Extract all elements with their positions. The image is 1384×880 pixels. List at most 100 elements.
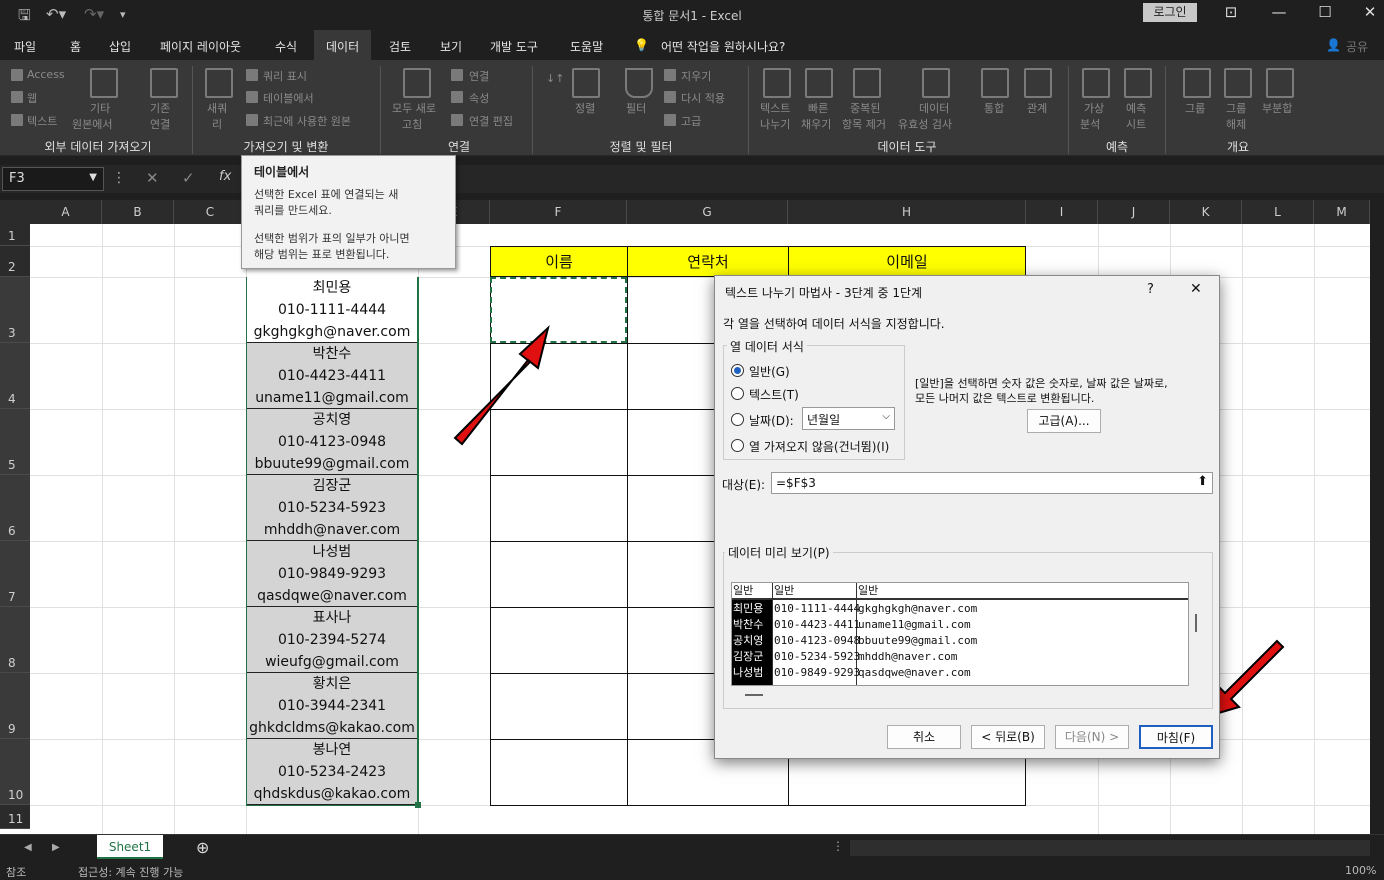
preview-header[interactable]: 일반 xyxy=(733,583,753,599)
row-header-8[interactable]: 8 xyxy=(0,607,30,673)
add-sheet-icon[interactable]: ⊕ xyxy=(196,838,209,857)
name-box[interactable]: F3 ▼ xyxy=(2,167,104,191)
column-header-c[interactable]: C xyxy=(174,200,247,224)
row-header-10[interactable]: 10 xyxy=(0,739,30,805)
sort-button[interactable]: 정렬 xyxy=(575,100,595,116)
forecast-label2[interactable]: 시트 xyxy=(1126,116,1146,132)
row-header-3[interactable]: 3 xyxy=(0,277,30,343)
column-header-a[interactable]: A xyxy=(30,200,102,224)
header-name[interactable]: 이름 xyxy=(490,246,628,277)
radio-general[interactable] xyxy=(731,364,744,377)
tab-home[interactable]: 홈 xyxy=(70,38,81,55)
connections-button[interactable]: 연결 xyxy=(469,68,489,84)
row-header-5[interactable]: 5 xyxy=(0,409,30,475)
help-button[interactable]: ? xyxy=(1147,282,1154,297)
clear-button[interactable]: 지우기 xyxy=(681,68,711,84)
radio-date-label[interactable]: 날짜(D): xyxy=(749,412,794,429)
edit-links-button[interactable]: 연결 편집 xyxy=(469,113,513,129)
tab-developer[interactable]: 개발 도구 xyxy=(490,38,538,55)
collapse-dialog-icon[interactable]: ⬆ xyxy=(1197,474,1208,489)
radio-skip-label[interactable]: 열 가져오지 않음(건너뜀)(I) xyxy=(749,438,889,455)
consolidate-button[interactable]: 통합 xyxy=(984,100,1004,116)
preview-area[interactable]: 일반 일반 일반 최민용 010-1111-4444 gkghgkgh@nave… xyxy=(731,582,1189,686)
share-button[interactable]: 공유 xyxy=(1346,38,1368,55)
cancel-button[interactable]: 취소 xyxy=(887,725,961,749)
row-header-11[interactable]: 11 xyxy=(0,805,30,829)
group-button[interactable]: 그룹 xyxy=(1185,100,1205,116)
advanced-button[interactable]: 고급(A)... xyxy=(1027,409,1101,433)
column-header-j[interactable]: J xyxy=(1098,200,1170,224)
tab-formulas[interactable]: 수식 xyxy=(275,38,297,55)
ungroup-label2[interactable]: 해제 xyxy=(1226,116,1246,132)
what-if-label2[interactable]: 분석 xyxy=(1080,116,1100,132)
remove-duplicates-label2[interactable]: 항목 제거 xyxy=(842,116,886,132)
customize-qat-icon[interactable]: ▾ xyxy=(120,8,126,21)
header-contact[interactable]: 연락처 xyxy=(627,246,789,277)
select-all-corner[interactable] xyxy=(0,200,30,224)
text-to-columns-label2[interactable]: 나누기 xyxy=(760,116,790,132)
other-sources-label1[interactable]: 기타 xyxy=(90,100,110,116)
radio-text[interactable] xyxy=(731,387,744,400)
login-button[interactable]: 로그인 xyxy=(1143,3,1197,22)
insert-function-icon[interactable]: fx xyxy=(219,169,231,184)
tab-page-layout[interactable]: 페이지 레이아웃 xyxy=(160,38,241,55)
column-header-i[interactable]: I xyxy=(1026,200,1098,224)
filter-button[interactable]: 필터 xyxy=(626,100,646,116)
recent-sources-button[interactable]: 최근에 사용한 원본 xyxy=(263,113,351,129)
undo-icon[interactable]: ↶▾ xyxy=(46,5,66,23)
reapply-button[interactable]: 다시 적용 xyxy=(681,90,725,106)
chevron-down-icon[interactable]: ⌵ xyxy=(882,411,890,422)
column-header-k[interactable]: K xyxy=(1170,200,1242,224)
dialog-close-icon[interactable]: ✕ xyxy=(1190,281,1202,297)
data-validation-label2[interactable]: 유효성 검사 xyxy=(898,116,952,132)
scroll-left-icon[interactable]: ◀ xyxy=(24,842,32,853)
preview-hscrollbar[interactable] xyxy=(745,694,763,696)
row-header-4[interactable]: 4 xyxy=(0,343,30,409)
existing-label1[interactable]: 기존 xyxy=(150,100,170,116)
row-header-7[interactable]: 7 xyxy=(0,541,30,607)
finish-button[interactable]: 마침(F) xyxy=(1139,725,1213,749)
tab-help[interactable]: 도움말 xyxy=(570,38,603,55)
column-header-g[interactable]: G xyxy=(627,200,788,224)
column-header-l[interactable]: L xyxy=(1242,200,1314,224)
ribbon-display-icon[interactable]: ⊡ xyxy=(1216,3,1246,21)
minimize-icon[interactable]: — xyxy=(1264,3,1294,21)
entry-cell-5[interactable]: 나성범 010-9849-9293 qasdqwe@naver.com xyxy=(247,541,417,607)
maximize-icon[interactable]: ☐ xyxy=(1310,3,1340,21)
row-header-6[interactable]: 6 xyxy=(0,475,30,541)
relationships-button[interactable]: 관계 xyxy=(1027,100,1047,116)
tell-me-input[interactable]: 어떤 작업을 원하시나요? xyxy=(661,38,785,55)
radio-general-label[interactable]: 일반(G) xyxy=(749,363,790,380)
radio-date[interactable] xyxy=(731,413,744,426)
column-header-b[interactable]: B xyxy=(102,200,174,224)
advanced-filter-button[interactable]: 고급 xyxy=(681,113,701,129)
text-button[interactable]: 텍스트 xyxy=(27,113,57,129)
zoom-level[interactable]: 100% xyxy=(1345,864,1376,877)
tab-review[interactable]: 검토 xyxy=(389,38,411,55)
flash-fill-label2[interactable]: 채우기 xyxy=(801,116,831,132)
data-validation-label1[interactable]: 데이터 xyxy=(919,100,949,116)
properties-button[interactable]: 속성 xyxy=(469,90,489,106)
flash-fill-label1[interactable]: 빠른 xyxy=(808,100,828,116)
cancel-entry-icon[interactable]: ✕ xyxy=(146,169,159,187)
horizontal-scrollbar[interactable] xyxy=(850,840,1370,856)
text-to-columns-label1[interactable]: 텍스트 xyxy=(760,100,790,116)
row-header-1[interactable]: 1 xyxy=(0,224,30,246)
date-format-select[interactable]: 년월일 ⌵ xyxy=(802,407,895,430)
entry-cell-4[interactable]: 김장군 010-5234-5923 mhddh@naver.com xyxy=(247,475,417,541)
entry-cell-8[interactable]: 봉나연 010-5234-2423 qhdskdus@kakao.com xyxy=(247,739,417,805)
ungroup-label1[interactable]: 그룹 xyxy=(1226,100,1246,116)
confirm-entry-icon[interactable]: ✓ xyxy=(182,169,195,187)
next-button[interactable]: 다음(N) > xyxy=(1055,725,1129,749)
new-query-label1[interactable]: 새쿼 xyxy=(207,100,227,116)
preview-header[interactable]: 일반 xyxy=(858,583,878,599)
save-icon[interactable]: 🖫 xyxy=(18,5,31,30)
radio-text-label[interactable]: 텍스트(T) xyxy=(749,386,799,403)
entry-cell-7[interactable]: 황치은 010-3944-2341 ghkdcldms@kakao.com xyxy=(247,673,417,739)
back-button[interactable]: < 뒤로(B) xyxy=(971,725,1045,749)
tab-view[interactable]: 보기 xyxy=(440,38,462,55)
subtotal-button[interactable]: 부분합 xyxy=(1262,100,1292,116)
fill-handle[interactable] xyxy=(415,802,421,808)
access-button[interactable]: Access xyxy=(27,68,65,81)
what-if-label1[interactable]: 가상 xyxy=(1084,100,1104,116)
